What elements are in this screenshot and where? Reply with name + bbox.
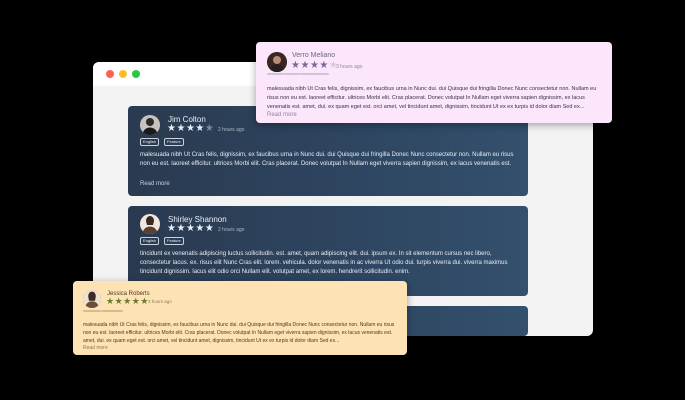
star-icon: ★ [300,60,310,71]
read-more-link[interactable]: Read more [140,181,170,187]
avatar [140,214,160,234]
maximize-window-button[interactable] [132,70,140,78]
review-time: 3 hours ago [336,64,363,70]
review-time: 2 hours ago [218,127,245,133]
star-icon: ★ [319,60,329,71]
review-time: 3 hours ago [148,299,172,304]
read-more-link[interactable]: Read more [267,112,297,118]
review-time: 2 hours ago [218,227,245,233]
star-rating: ★★★★★ [291,61,338,71]
star-rating: ★★★★★ [167,224,214,234]
tag-badge [101,310,123,312]
review-text: malesuada nibh Ut Cras felis, dignissim,… [267,86,597,110]
star-icon: ★ [204,223,215,234]
tag-badge [267,73,283,75]
tag-badge: Feature [164,138,184,146]
reviewer-name: Verro Meliano [292,52,336,59]
star-icon: ★ [176,223,186,234]
tag-badge [283,73,301,75]
tag-badge: English [140,237,160,245]
star-icon: ★ [185,123,196,134]
star-icon: ★ [204,123,215,134]
tag-badge: English [140,138,160,146]
close-window-button[interactable] [106,70,114,78]
avatar [267,52,287,72]
star-icon: ★ [114,296,124,306]
read-more-link[interactable]: Read more [83,345,108,351]
star-icon: ★ [195,223,205,234]
star-icon: ★ [309,60,320,71]
tag-badge [301,73,329,75]
star-rating: ★★★★★ [106,297,149,306]
review-card-verro-meliano: Verro Meliano ★★★★★ 3 hours ago malesuad… [256,42,612,123]
star-icon: ★ [195,123,205,134]
star-icon: ★ [176,123,186,134]
star-icon: ★ [106,296,115,306]
avatar [83,290,101,308]
tag-badge [83,310,101,312]
review-card-jessica-roberts: Jessica Roberts ★★★★★ 3 hours ago malesu… [73,281,407,355]
avatar [140,115,160,135]
review-text: malesuada nibh Ut Cras felis, dignissim,… [140,152,514,167]
star-rating: ★★★★★ [167,124,214,134]
star-icon: ★ [123,296,132,306]
star-icon: ★ [185,223,196,234]
review-text: malesuada nibh Ut Cras felis, dignissim,… [83,322,395,344]
review-text: tincidunt ex venenatis adipiscing luctus… [140,251,508,275]
tag-badge: Feature [164,237,184,245]
minimize-window-button[interactable] [119,70,127,78]
